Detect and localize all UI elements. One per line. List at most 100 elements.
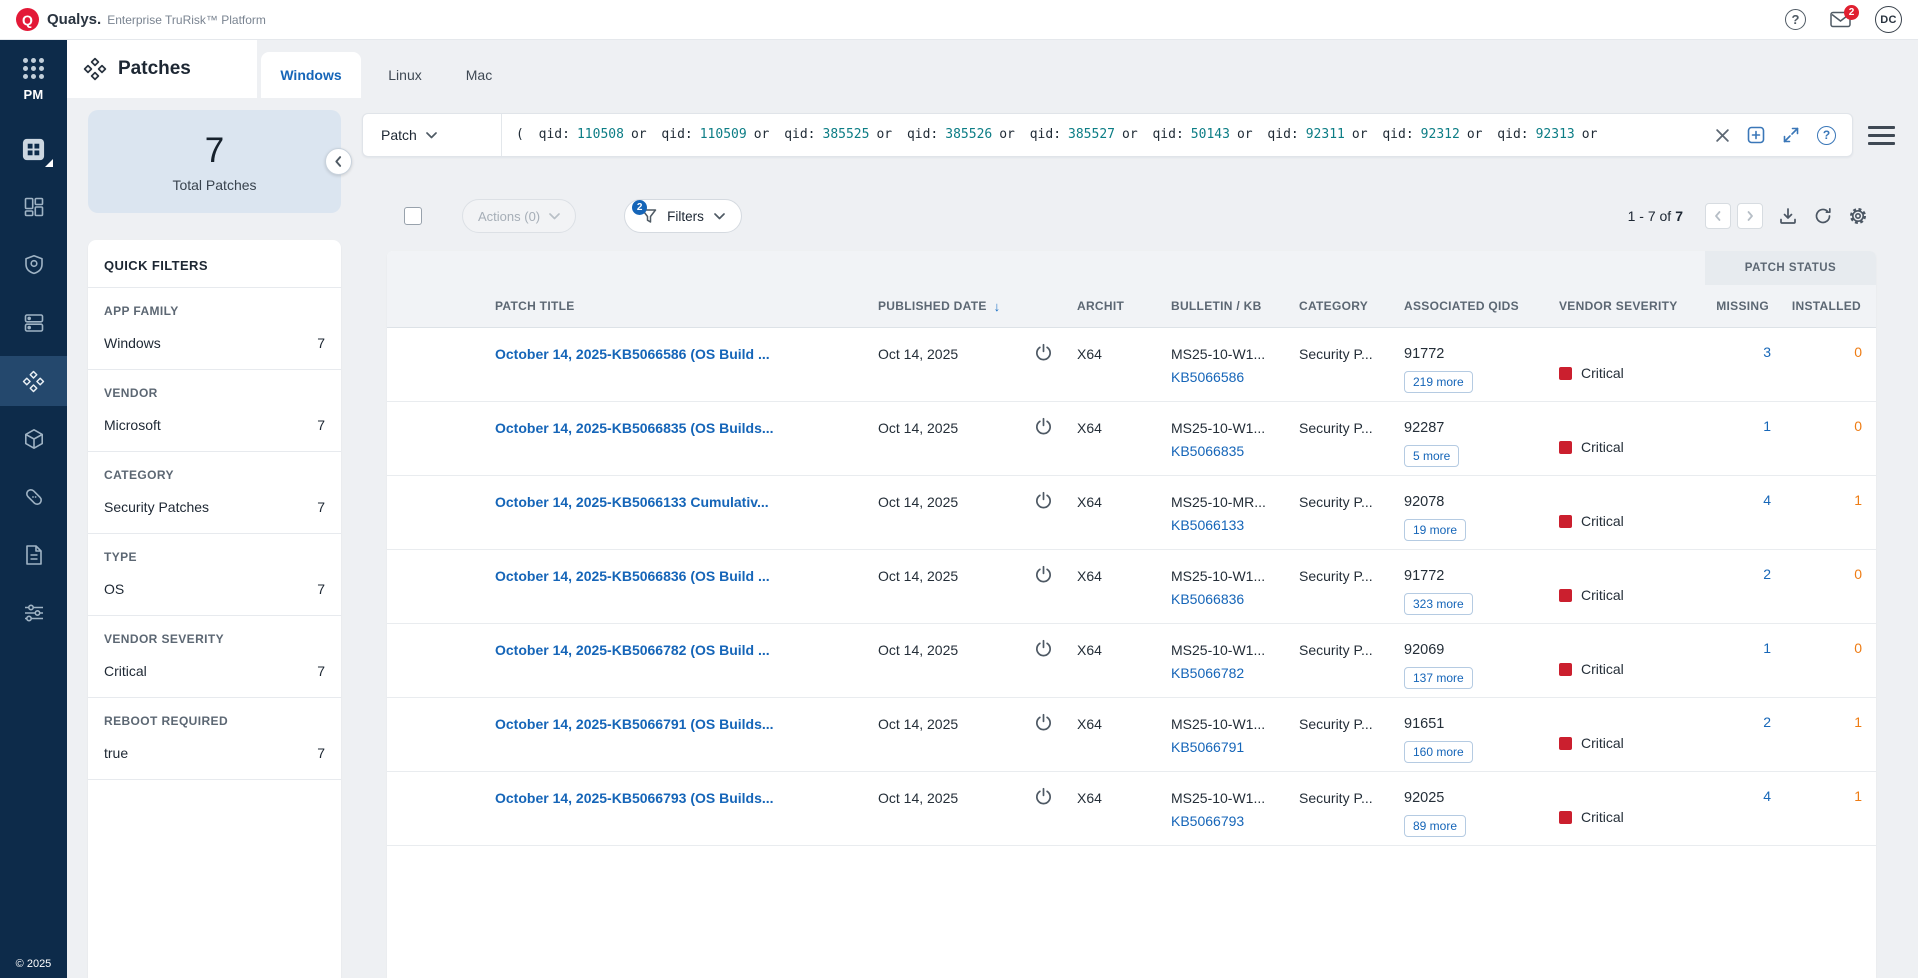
user-menu[interactable]: DC [1875,6,1902,33]
patch-title-link[interactable]: October 14, 2025-KB5066835 (OS Builds... [495,402,878,475]
download-button[interactable] [1778,206,1798,226]
notifications-button[interactable]: 2 [1830,11,1851,28]
qid-more-badge[interactable]: 137 more [1404,667,1473,689]
column-header-severity[interactable]: VENDOR SEVERITY [1552,299,1705,313]
patch-title-link[interactable]: October 14, 2025-KB5066791 (OS Builds... [495,698,878,771]
sidebar-item-configuration[interactable] [0,588,67,638]
bulletin-kb-cell: MS25-10-W1... KB5066782 [1171,624,1292,697]
column-header-title[interactable]: PATCH TITLE [495,299,878,313]
search-scope-dropdown[interactable]: Patch [363,127,501,143]
column-header-installed[interactable]: INSTALLED [1775,299,1876,313]
quick-filter-heading: REBOOT REQUIRED [104,714,325,728]
installed-count-link[interactable]: 1 [1775,476,1876,549]
kb-link[interactable]: KB5066836 [1171,590,1292,609]
kb-link[interactable]: KB5066791 [1171,738,1292,757]
installed-count-link[interactable]: 0 [1775,402,1876,475]
table-row[interactable]: October 14, 2025-KB5066782 (OS Build ...… [387,624,1876,698]
quick-filter-item[interactable]: true 7 [104,745,325,761]
search-help-button[interactable]: ? [1817,126,1836,145]
qid-more-badge[interactable]: 323 more [1404,593,1473,615]
chevron-left-icon [1712,210,1724,222]
quick-filter-item[interactable]: Windows 7 [104,335,325,351]
bulletin-kb-cell: MS25-10-W1... KB5066586 [1171,328,1292,401]
actions-button[interactable]: Actions (0) [462,199,576,233]
select-all-checkbox[interactable] [404,207,422,225]
next-page-button[interactable] [1737,203,1763,229]
filters-button[interactable]: 2 Filters [624,199,742,233]
missing-count-link[interactable]: 4 [1705,476,1775,549]
qid-more-badge[interactable]: 160 more [1404,741,1473,763]
missing-count-link[interactable]: 2 [1705,698,1775,771]
column-header-missing[interactable]: MISSING [1705,299,1775,313]
missing-count-link[interactable]: 1 [1705,402,1775,475]
table-row[interactable]: October 14, 2025-KB5066586 (OS Build ...… [387,328,1876,402]
quick-filter-group: CATEGORY Security Patches 7 [88,452,341,534]
kb-link[interactable]: KB5066793 [1171,812,1292,831]
installed-count-link[interactable]: 0 [1775,328,1876,401]
patch-title-link[interactable]: October 14, 2025-KB5066586 (OS Build ... [495,328,878,401]
qid-more-badge[interactable]: 219 more [1404,371,1473,393]
installed-count-link[interactable]: 0 [1775,624,1876,697]
qid-more-badge[interactable]: 19 more [1404,519,1466,541]
tab-mac[interactable]: Mac [448,52,510,98]
qid-more-badge[interactable]: 5 more [1404,445,1459,467]
search-query-input[interactable]: ( qid:110508or qid:110509or qid:385525or… [502,114,1715,156]
missing-count-link[interactable]: 4 [1705,772,1775,845]
collapse-panel-button[interactable] [325,148,352,175]
refresh-button[interactable] [1813,206,1833,226]
previous-page-button[interactable] [1705,203,1731,229]
table-row[interactable]: October 14, 2025-KB5066133 Cumulativ... … [387,476,1876,550]
missing-count-link[interactable]: 2 [1705,550,1775,623]
table-row[interactable]: October 14, 2025-KB5066791 (OS Builds...… [387,698,1876,772]
missing-count-link[interactable]: 3 [1705,328,1775,401]
missing-count-link[interactable]: 1 [1705,624,1775,697]
quick-filter-item[interactable]: Critical 7 [104,663,325,679]
qualys-logo-icon: Q [16,8,39,31]
table-row[interactable]: October 14, 2025-KB5066836 (OS Build ...… [387,550,1876,624]
assets-icon [23,312,45,334]
quick-filter-item[interactable]: OS 7 [104,581,325,597]
column-header-qids[interactable]: ASSOCIATED QIDS [1397,299,1552,313]
quick-filters-panel: QUICK FILTERS APP FAMILY Windows 7 VENDO… [88,240,341,978]
help-button[interactable]: ? [1785,9,1806,30]
sidebar-item-policies[interactable] [0,240,67,290]
patch-title-link[interactable]: October 14, 2025-KB5066793 (OS Builds... [495,772,878,845]
column-header-bulletin[interactable]: BULLETIN / KB [1171,299,1292,313]
qid-more-badge[interactable]: 89 more [1404,815,1466,837]
expand-search-button[interactable] [1782,126,1800,144]
installed-count-link[interactable]: 1 [1775,698,1876,771]
quick-filter-group: VENDOR SEVERITY Critical 7 [88,616,341,698]
sidebar-item-patches[interactable] [0,356,67,406]
quick-filter-item[interactable]: Security Patches 7 [104,499,325,515]
settings-button[interactable] [1848,206,1868,226]
quick-filter-label: Security Patches [104,499,209,515]
sidebar-item-modules[interactable] [0,124,67,174]
app-switcher-icon[interactable] [23,58,44,79]
patch-title-link[interactable]: October 14, 2025-KB5066782 (OS Build ... [495,624,878,697]
table-row[interactable]: October 14, 2025-KB5066793 (OS Builds...… [387,772,1876,846]
installed-count-link[interactable]: 1 [1775,772,1876,845]
kb-link[interactable]: KB5066133 [1171,516,1292,535]
sidebar-item-jobs[interactable] [0,472,67,522]
column-header-category[interactable]: CATEGORY [1292,299,1397,313]
sidebar-item-deployment[interactable] [0,414,67,464]
installed-count-link[interactable]: 0 [1775,550,1876,623]
column-header-date[interactable]: PUBLISHED DATE ↓ [878,299,1032,314]
patch-title-link[interactable]: October 14, 2025-KB5066133 Cumulativ... [495,476,878,549]
save-query-button[interactable] [1747,126,1765,144]
quick-filter-item[interactable]: Microsoft 7 [104,417,325,433]
tab-windows[interactable]: Windows [261,52,361,98]
column-header-arch[interactable]: ARCHIT [1077,299,1171,313]
table-row[interactable]: October 14, 2025-KB5066835 (OS Builds...… [387,402,1876,476]
patch-title-link[interactable]: October 14, 2025-KB5066836 (OS Build ... [495,550,878,623]
tab-linux[interactable]: Linux [374,52,436,98]
menu-button[interactable] [1868,126,1895,145]
sidebar-item-assets[interactable] [0,298,67,348]
kb-link[interactable]: KB5066782 [1171,664,1292,683]
sidebar-item-reports[interactable] [0,530,67,580]
kb-link[interactable]: KB5066586 [1171,368,1292,387]
quick-filter-heading: VENDOR SEVERITY [104,632,325,646]
sidebar-item-dashboard[interactable] [0,182,67,232]
kb-link[interactable]: KB5066835 [1171,442,1292,461]
clear-search-button[interactable] [1715,128,1730,143]
